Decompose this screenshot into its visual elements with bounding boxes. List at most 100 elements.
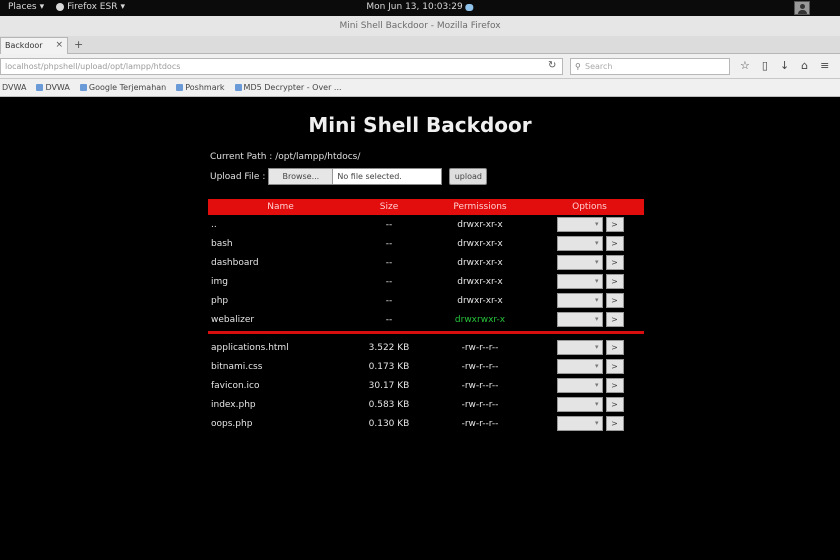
go-button[interactable]: >: [605, 255, 624, 270]
table-row: dashboard -- drwxr-xr-x ▾ >: [208, 253, 644, 272]
item-name-link[interactable]: oops.php: [208, 419, 353, 429]
go-button[interactable]: >: [605, 378, 624, 393]
go-button[interactable]: >: [605, 312, 624, 327]
menu-icon[interactable]: ≡: [820, 59, 829, 72]
dropdown-caret-icon: ▾: [594, 315, 599, 323]
options-select[interactable]: ▾: [556, 255, 603, 270]
system-top-bar: Places ▾ Firefox ESR ▾ Mon Jun 13, 10:03…: [0, 0, 840, 16]
item-options: ▾ >: [535, 359, 644, 374]
item-permissions[interactable]: drwxrwxr-x: [425, 315, 535, 325]
options-select[interactable]: ▾: [556, 293, 603, 308]
table-row: bash -- drwxr-xr-x ▾ >: [208, 234, 644, 253]
options-select[interactable]: ▾: [556, 236, 603, 251]
options-select[interactable]: ▾: [556, 359, 603, 374]
item-permissions[interactable]: drwxr-xr-x: [425, 220, 535, 230]
user-icon[interactable]: [794, 1, 810, 15]
dropdown-caret-icon: ▾: [594, 362, 599, 370]
options-select[interactable]: ▾: [556, 312, 603, 327]
bookmark-item[interactable]: MD5 Decrypter - Over ...: [234, 83, 342, 92]
item-name-link[interactable]: bitnami.css: [208, 362, 353, 372]
item-permissions[interactable]: -rw-r--r--: [425, 362, 535, 372]
item-size: 0.130 KB: [368, 418, 410, 429]
upload-label: Upload File :: [210, 171, 266, 182]
table-row: oops.php 0.130 KB -rw-r--r-- ▾ >: [208, 414, 644, 433]
table-row: php -- drwxr-xr-x ▾ >: [208, 291, 644, 310]
places-menu[interactable]: Places ▾: [8, 2, 44, 12]
go-button[interactable]: >: [605, 397, 624, 412]
item-permissions[interactable]: -rw-r--r--: [425, 381, 535, 391]
dropdown-caret-icon: ▾: [594, 381, 599, 389]
item-permissions[interactable]: drwxr-xr-x: [425, 296, 535, 306]
item-name-link[interactable]: ..: [208, 220, 353, 230]
upload-row: Upload File : Browse... No file selected…: [210, 168, 488, 185]
item-permissions[interactable]: drwxr-xr-x: [425, 239, 535, 249]
item-size: --: [385, 276, 393, 287]
library-icon[interactable]: ▯: [762, 59, 768, 72]
new-tab-icon[interactable]: +: [74, 38, 83, 51]
go-button[interactable]: >: [605, 293, 624, 308]
go-button[interactable]: >: [605, 340, 624, 355]
go-button[interactable]: >: [605, 236, 624, 251]
dropdown-caret-icon: ▾: [594, 239, 599, 247]
item-permissions[interactable]: drwxr-xr-x: [425, 258, 535, 268]
column-header-permissions: Permissions: [453, 202, 507, 212]
table-row: index.php 0.583 KB -rw-r--r-- ▾ >: [208, 395, 644, 414]
browse-button[interactable]: Browse...: [269, 169, 334, 184]
column-header-size: Size: [379, 202, 399, 212]
bookmark-item[interactable]: Poshmark: [176, 83, 225, 92]
download-icon[interactable]: ↓: [780, 59, 789, 72]
bookmark-item[interactable]: DVWA: [36, 83, 70, 92]
item-permissions[interactable]: -rw-r--r--: [425, 419, 535, 429]
item-permissions[interactable]: -rw-r--r--: [425, 400, 535, 410]
options-select[interactable]: ▾: [556, 274, 603, 289]
go-button[interactable]: >: [605, 274, 624, 289]
url-bar[interactable]: localhost/phpshell/upload/opt/lampp/htdo…: [0, 58, 563, 75]
item-permissions[interactable]: drwxr-xr-x: [425, 277, 535, 287]
close-tab-icon[interactable]: ×: [55, 40, 63, 50]
app-menu[interactable]: Firefox ESR ▾: [56, 2, 125, 12]
item-size: 0.583 KB: [368, 399, 410, 410]
bookmarks-toolbar: DVWA DVWA Google Terjemahan Poshmark MD5…: [0, 79, 840, 97]
item-name-link[interactable]: img: [208, 277, 353, 287]
item-name-link[interactable]: applications.html: [208, 343, 353, 353]
item-name-link[interactable]: bash: [208, 239, 353, 249]
table-row: bitnami.css 0.173 KB -rw-r--r-- ▾ >: [208, 357, 644, 376]
bookmark-item[interactable]: Google Terjemahan: [79, 83, 166, 92]
item-name-link[interactable]: dashboard: [208, 258, 353, 268]
dropdown-caret-icon: ▾: [594, 296, 599, 304]
file-input[interactable]: Browse... No file selected.: [268, 168, 443, 185]
site-icon: [234, 84, 242, 91]
go-button[interactable]: >: [605, 217, 624, 232]
options-select[interactable]: ▾: [556, 378, 603, 393]
item-options: ▾ >: [535, 340, 644, 355]
options-select[interactable]: ▾: [556, 416, 603, 431]
item-name-link[interactable]: webalizer: [208, 315, 353, 325]
bookmark-item[interactable]: DVWA: [2, 83, 26, 92]
dropdown-caret-icon: ▾: [594, 343, 599, 351]
options-select[interactable]: ▾: [556, 340, 603, 355]
clock[interactable]: Mon Jun 13, 10:03:29: [366, 2, 474, 12]
go-button[interactable]: >: [605, 416, 624, 431]
options-select[interactable]: ▾: [556, 397, 603, 412]
reload-icon[interactable]: ↻: [548, 60, 556, 71]
go-button[interactable]: >: [605, 359, 624, 374]
search-input[interactable]: ⚲ Search: [570, 58, 730, 75]
window-title: Mini Shell Backdoor - Mozilla Firefox: [0, 16, 840, 36]
item-name-link[interactable]: index.php: [208, 400, 353, 410]
directory-list: .. -- drwxr-xr-x ▾ > bash -- drwxr-xr-x ▾ > dashbo…: [208, 215, 644, 329]
options-select[interactable]: ▾: [556, 217, 603, 232]
upload-button[interactable]: upload: [449, 168, 488, 185]
item-name-link[interactable]: favicon.ico: [208, 381, 353, 391]
item-permissions[interactable]: -rw-r--r--: [425, 343, 535, 353]
tab-strip: Backdoor × +: [0, 36, 840, 54]
item-size: 0.173 KB: [368, 361, 410, 372]
home-icon[interactable]: ⌂: [801, 59, 808, 72]
firefox-icon: [56, 3, 65, 11]
tab-backdoor[interactable]: Backdoor ×: [0, 37, 68, 54]
item-name-link[interactable]: php: [208, 296, 353, 306]
bookmark-star-icon[interactable]: ☆: [740, 59, 750, 72]
current-path: Current Path : /opt/lampp/htdocs/: [210, 152, 361, 162]
table-row: .. -- drwxr-xr-x ▾ >: [208, 215, 644, 234]
item-size: --: [385, 238, 393, 249]
item-options: ▾ >: [535, 416, 644, 431]
